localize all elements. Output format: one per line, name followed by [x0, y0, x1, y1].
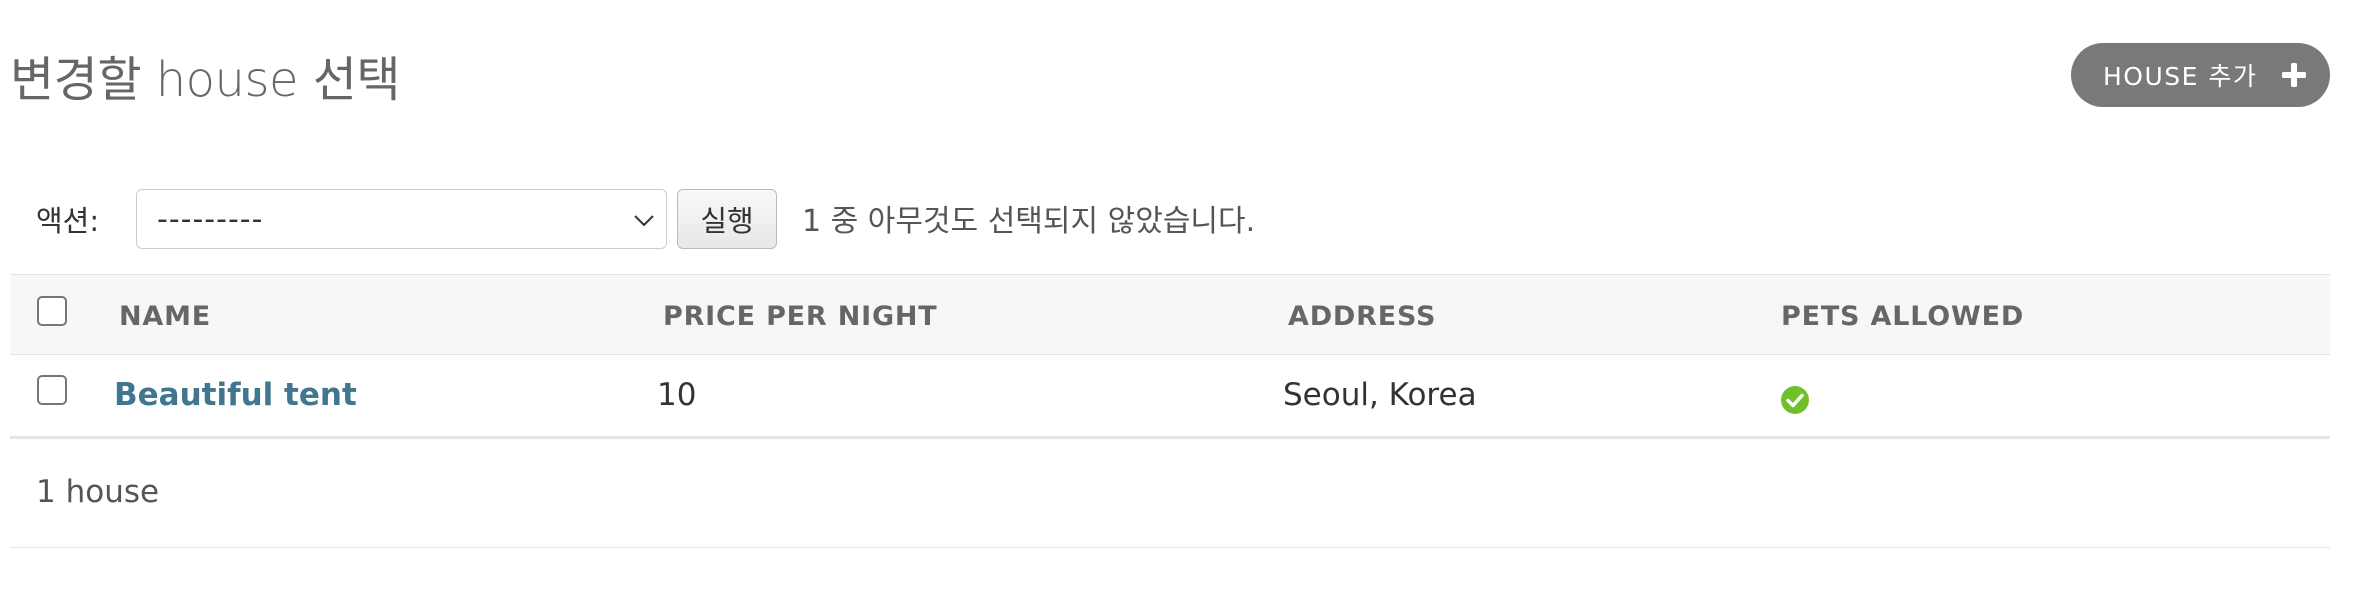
run-action-button[interactable]: 실행: [677, 189, 777, 249]
page-title: 변경할 house 선택: [10, 52, 401, 108]
column-header-address[interactable]: ADDRESS: [1288, 301, 1436, 332]
table-header-row: NAME PRICE PER NIGHT ADDRESS PETS ALLOWE…: [10, 274, 2330, 355]
add-house-button-label: HOUSE 추가: [2103, 62, 2258, 91]
column-header-name[interactable]: NAME: [119, 301, 211, 332]
result-count: 1 house: [36, 474, 160, 510]
plus-icon: [2282, 63, 2306, 87]
check-circle-icon: [1781, 386, 1809, 414]
house-price: 10: [657, 377, 697, 413]
house-address: Seoul, Korea: [1283, 377, 1477, 413]
action-select-value: ---------: [157, 201, 264, 237]
selection-status: 1 중 아무것도 선택되지 않았습니다.: [802, 204, 1256, 239]
chevron-down-icon: [634, 215, 654, 227]
results-table: NAME PRICE PER NIGHT ADDRESS PETS ALLOWE…: [10, 274, 2330, 439]
column-header-pets-allowed[interactable]: PETS ALLOWED: [1781, 301, 2024, 332]
add-house-button[interactable]: HOUSE 추가: [2071, 43, 2330, 107]
column-header-price[interactable]: PRICE PER NIGHT: [663, 301, 938, 332]
actions-label: 액션:: [36, 204, 100, 238]
house-name-link[interactable]: Beautiful tent: [114, 377, 357, 413]
action-select[interactable]: ---------: [136, 189, 667, 249]
row-select-checkbox[interactable]: [37, 375, 67, 405]
paginator: 1 house: [10, 440, 2330, 548]
change-list-page: 변경할 house 선택 HOUSE 추가 액션: --------- 실행 1…: [0, 0, 2358, 606]
table-row: Beautiful tent 10 Seoul, Korea: [10, 355, 2330, 439]
select-all-checkbox[interactable]: [37, 296, 67, 326]
